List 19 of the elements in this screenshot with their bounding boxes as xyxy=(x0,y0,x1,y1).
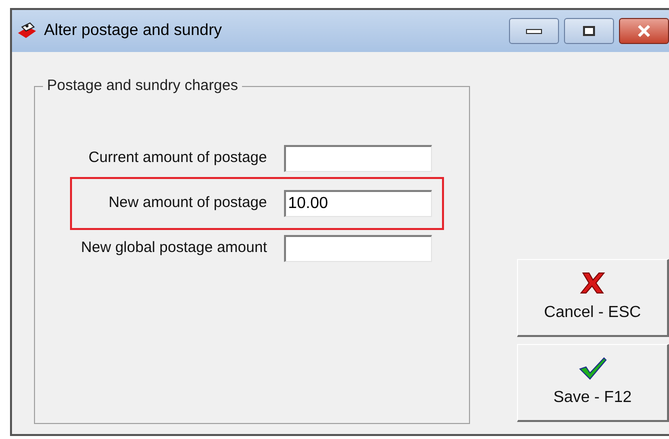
amount-field[interactable] xyxy=(284,145,432,172)
minimize-button[interactable] xyxy=(509,18,559,44)
group-title: Postage and sundry charges xyxy=(43,76,242,96)
maximize-button[interactable] xyxy=(564,18,614,44)
close-button[interactable] xyxy=(619,18,669,44)
save-button[interactable]: Save - F12 xyxy=(517,344,669,422)
window-title: Alter postage and sundry xyxy=(44,21,222,41)
cancel-button[interactable]: Cancel - ESC xyxy=(517,259,669,337)
maximize-icon xyxy=(583,26,595,36)
minimize-icon xyxy=(526,28,542,34)
checkmark-icon xyxy=(578,356,606,380)
field-label: New amount of postage xyxy=(108,193,267,214)
amount-field[interactable]: 10.00 xyxy=(284,190,432,217)
close-icon xyxy=(636,24,652,38)
amount-field[interactable] xyxy=(284,235,432,262)
x-icon xyxy=(580,270,606,294)
field-label: New global postage amount xyxy=(80,238,267,258)
field-label: Current amount of postage xyxy=(88,148,267,168)
app-icon xyxy=(16,21,38,41)
